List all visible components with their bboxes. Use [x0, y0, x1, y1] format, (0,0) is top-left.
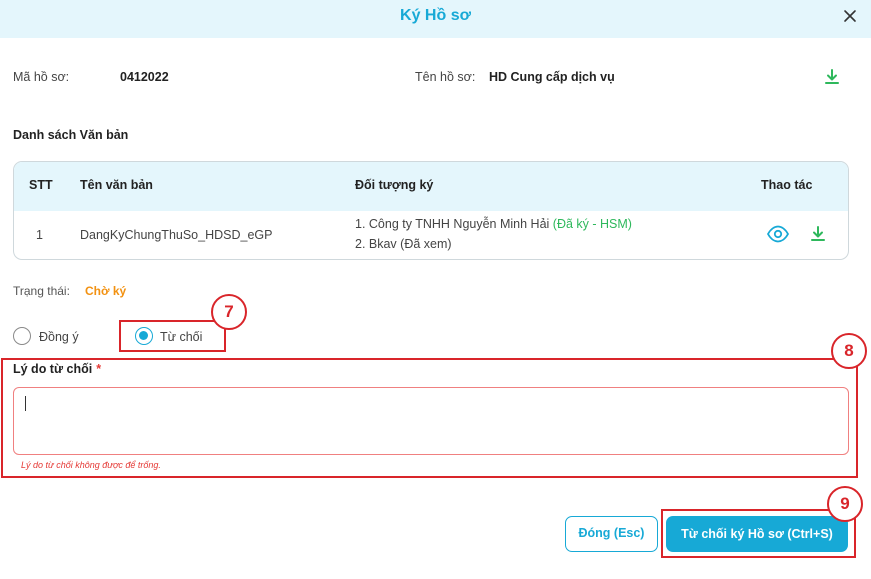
- signer-1-name: 1. Công ty TNHH Nguyễn Minh Hải: [355, 217, 550, 231]
- status-label: Trạng thái:: [13, 284, 70, 298]
- radio-reject-label[interactable]: Từ chối: [160, 330, 202, 344]
- reason-label-text: Lý do từ chối: [13, 362, 93, 376]
- signer-1-status: (Đã ký - HSM): [552, 217, 632, 231]
- row-signer-1: 1. Công ty TNHH Nguyễn Minh Hải (Đã ký -…: [355, 217, 632, 231]
- radio-approve[interactable]: [13, 327, 31, 345]
- callout-number-9: 9: [827, 486, 863, 522]
- callout-number-8: 8: [831, 333, 867, 369]
- reason-textarea[interactable]: [13, 387, 849, 455]
- column-header-name: Tên văn bản: [80, 178, 153, 192]
- download-icon: [825, 69, 839, 84]
- column-header-signers: Đối tượng ký: [355, 178, 434, 192]
- reason-label: Lý do từ chối *: [13, 362, 101, 376]
- column-header-stt: STT: [29, 178, 53, 192]
- download-icon: [811, 226, 825, 241]
- close-button[interactable]: [839, 5, 861, 27]
- table-header: STT Tên văn bản Đối tượng ký Thao tác: [14, 162, 848, 211]
- callout-number-7: 7: [211, 294, 247, 330]
- download-dossier-button[interactable]: [823, 68, 841, 86]
- close-icon: [844, 10, 856, 22]
- radio-approve-label[interactable]: Đồng ý: [39, 330, 79, 344]
- view-document-button[interactable]: [766, 224, 790, 244]
- modal-title: Ký Hồ sơ: [400, 7, 471, 24]
- reject-sign-button[interactable]: Từ chối ký Hồ sơ (Ctrl+S): [666, 516, 848, 552]
- text-caret: [25, 396, 26, 411]
- reason-error-message: Lý do từ chối không được để trống.: [21, 460, 161, 470]
- download-document-button[interactable]: [809, 225, 827, 243]
- required-mark: *: [96, 362, 102, 376]
- eye-icon: [766, 225, 790, 243]
- row-signer-2: 2. Bkav (Đã xem): [355, 237, 452, 251]
- row-document-name: DangKyChungThuSo_HDSD_eGP: [80, 228, 273, 242]
- code-label: Mã hồ sơ:: [13, 70, 70, 84]
- close-dialog-button[interactable]: Đóng (Esc): [565, 516, 658, 552]
- documents-section-title: Danh sách Văn bản: [13, 128, 129, 142]
- code-value: 0412022: [120, 70, 169, 84]
- radio-reject[interactable]: [135, 327, 153, 345]
- name-value: HD Cung cấp dịch vụ: [489, 70, 615, 84]
- row-index: 1: [36, 228, 43, 242]
- status-value: Chờ ký: [85, 284, 127, 298]
- name-label: Tên hồ sơ:: [415, 70, 476, 84]
- column-header-actions: Thao tác: [761, 178, 813, 192]
- documents-table: STT Tên văn bản Đối tượng ký Thao tác 1 …: [13, 161, 849, 260]
- modal-header: Ký Hồ sơ: [0, 0, 871, 38]
